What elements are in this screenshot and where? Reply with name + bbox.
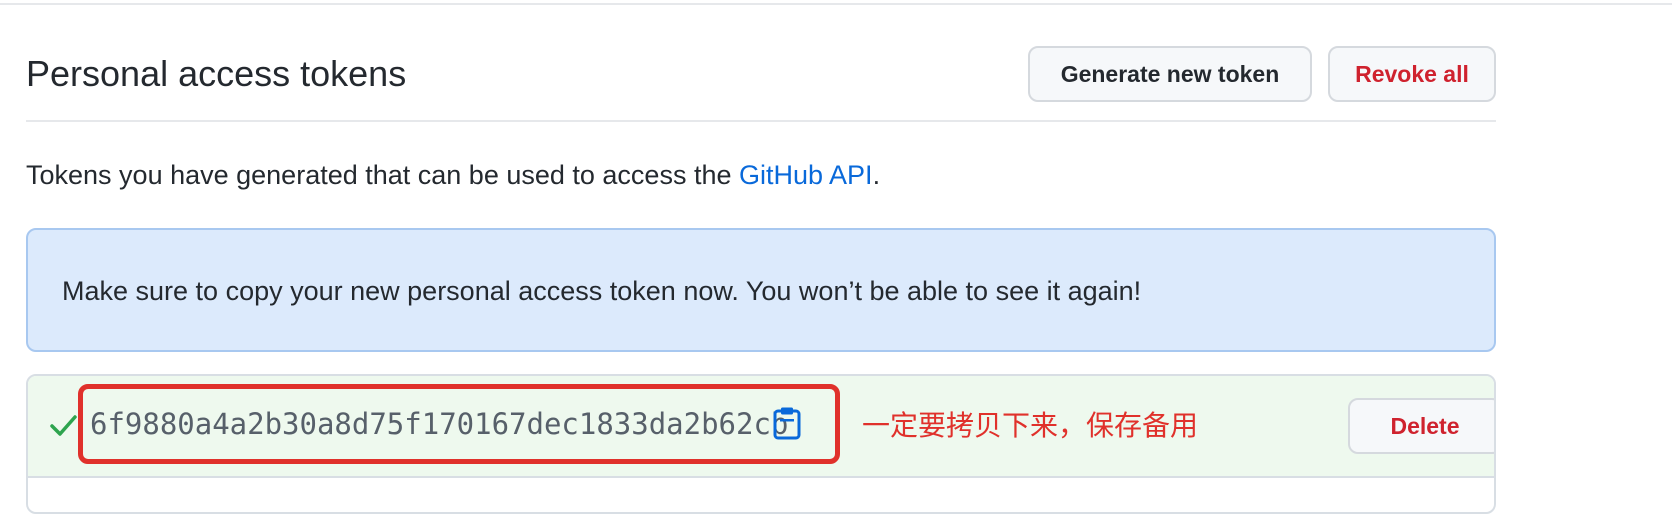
title-divider: [26, 120, 1496, 122]
check-icon: [50, 415, 77, 436]
flash-message: Make sure to copy your new personal acce…: [62, 276, 1142, 306]
delete-button[interactable]: Delete: [1348, 398, 1494, 454]
clipboard-icon[interactable]: [772, 406, 802, 440]
token-list: 6f9880a4a2b30a8d75f170167dec1833da2b62cb…: [26, 374, 1496, 514]
token-value[interactable]: 6f9880a4a2b30a8d75f170167dec1833da2b62cb: [90, 406, 788, 442]
generate-new-token-button[interactable]: Generate new token: [1028, 46, 1312, 102]
github-api-link[interactable]: GitHub API: [739, 160, 873, 190]
token-row: 6f9880a4a2b30a8d75f170167dec1833da2b62cb…: [28, 376, 1494, 478]
top-divider: [0, 3, 1672, 5]
description-text: Tokens you have generated that can be us…: [26, 160, 739, 190]
copy-annotation: 一定要拷贝下来，保存备用: [862, 409, 1199, 442]
revoke-all-button[interactable]: Revoke all: [1328, 46, 1496, 102]
description-period: .: [872, 160, 881, 190]
flash-notice: Make sure to copy your new personal acce…: [26, 228, 1496, 352]
page-title: Personal access tokens: [26, 53, 407, 94]
description: Tokens you have generated that can be us…: [26, 158, 880, 192]
